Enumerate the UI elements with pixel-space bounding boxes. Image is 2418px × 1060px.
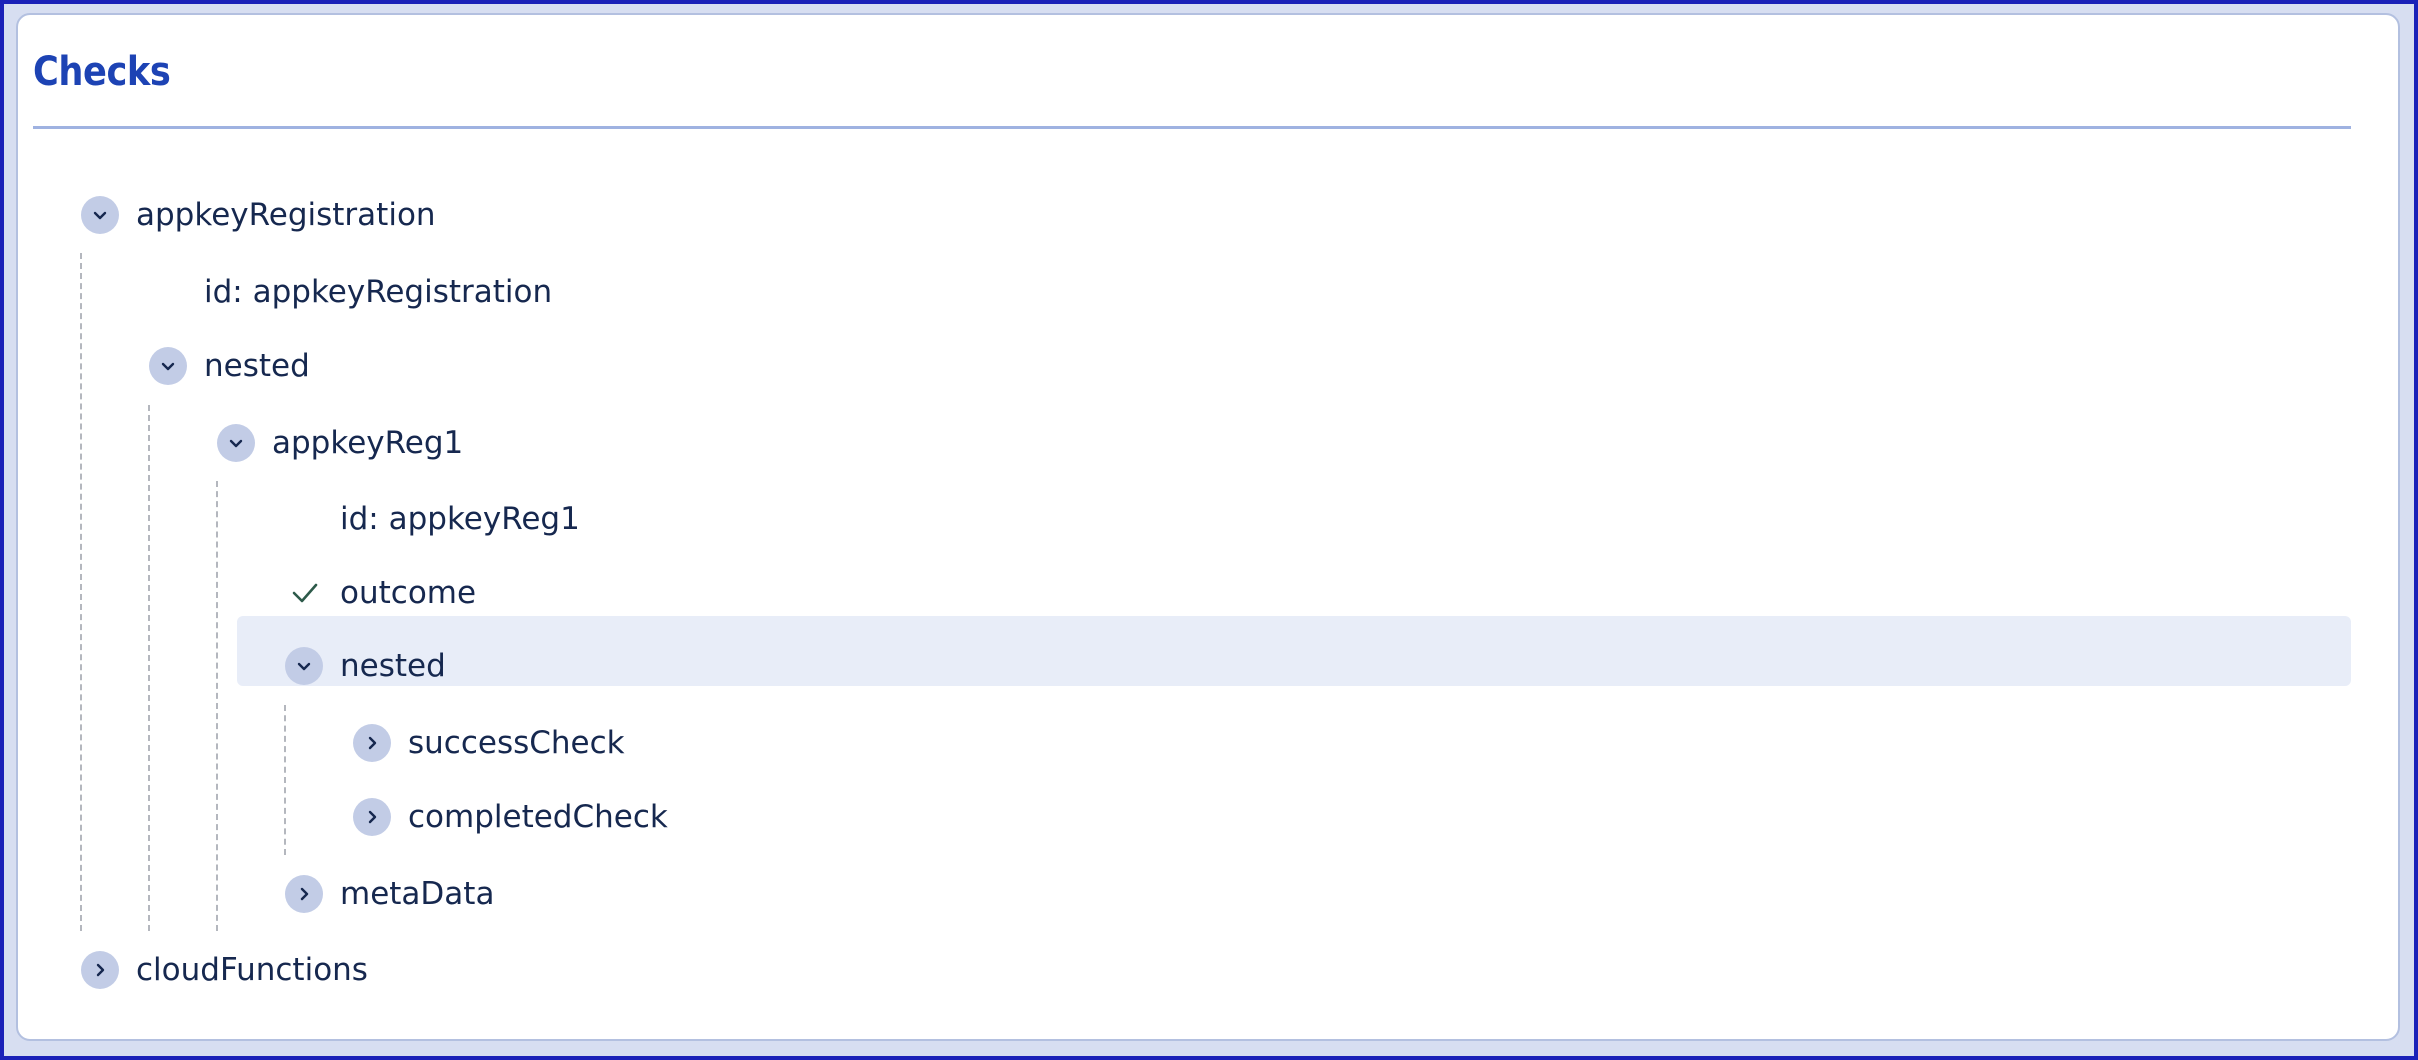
tree-leaf-label: id: appkeyRegistration bbox=[204, 274, 553, 310]
tree-guide-level-4 bbox=[284, 705, 286, 855]
chevron-right-icon[interactable] bbox=[285, 875, 323, 913]
chevron-right-icon[interactable] bbox=[353, 724, 391, 762]
panel-title: Checks bbox=[33, 49, 171, 95]
check-icon bbox=[288, 576, 322, 610]
tree-guide-level-2 bbox=[148, 405, 150, 931]
tree-node-label[interactable]: metaData bbox=[340, 874, 494, 914]
tree-node-label[interactable]: successCheck bbox=[408, 723, 625, 763]
chevron-right-icon[interactable] bbox=[81, 951, 119, 989]
title-divider bbox=[33, 126, 2351, 129]
selected-row-highlight bbox=[237, 616, 2351, 686]
tree-guide-level-1 bbox=[80, 253, 82, 931]
tree-node-label[interactable]: nested bbox=[204, 346, 310, 386]
tree-node-label[interactable]: cloudFunctions bbox=[136, 950, 368, 990]
tree-leaf-label: id: appkeyReg1 bbox=[340, 501, 580, 537]
chevron-down-icon[interactable] bbox=[81, 196, 119, 234]
tree-node-label[interactable]: appkeyRegistration bbox=[136, 195, 436, 235]
chevron-down-icon[interactable] bbox=[217, 424, 255, 462]
tree-node-label[interactable]: nested bbox=[340, 646, 446, 686]
chevron-down-icon[interactable] bbox=[285, 647, 323, 685]
chevron-right-icon[interactable] bbox=[353, 798, 391, 836]
tree-guide-level-3 bbox=[216, 481, 218, 931]
chevron-down-icon[interactable] bbox=[149, 347, 187, 385]
tree-node-label[interactable]: appkeyReg1 bbox=[272, 423, 463, 463]
tree-node-label[interactable]: completedCheck bbox=[408, 797, 668, 837]
tree-leaf-label[interactable]: outcome bbox=[340, 573, 476, 613]
